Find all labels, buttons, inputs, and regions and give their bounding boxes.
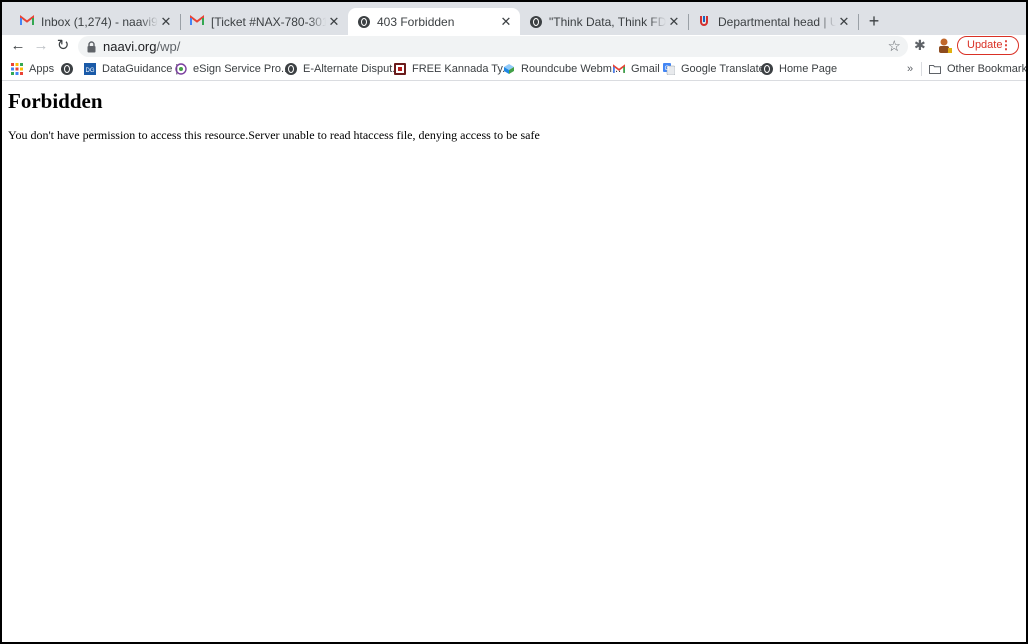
bookmark-gmail[interactable]: Gmail: [613, 61, 660, 77]
url-path: /wp/: [156, 39, 181, 54]
new-tab-button[interactable]: +: [864, 11, 884, 31]
tab-title: Departmental head | Union Ba: [718, 14, 836, 29]
apps-grid-icon: [11, 63, 23, 75]
bookmark-label: eSign Service Pro...: [193, 63, 291, 75]
roundcube-icon: [503, 63, 515, 75]
bookmark-roundcube[interactable]: Roundcube Webm...: [503, 61, 621, 77]
bookmark-label: Apps: [29, 63, 55, 75]
close-tab-icon[interactable]: ✕: [498, 14, 514, 30]
other-bookmarks-label: Other Bookmarks: [947, 63, 1026, 75]
union-bank-icon: [698, 14, 711, 30]
bookmark-esign[interactable]: eSign Service Pro...: [175, 61, 290, 77]
tab-ticket[interactable]: [Ticket #NAX-780-30139]: Fra ✕: [180, 8, 348, 35]
bookmarks-overflow-chevron-icon[interactable]: »: [907, 63, 913, 75]
tab-403-forbidden[interactable]: 403 Forbidden ✕: [348, 8, 520, 35]
error-message: You don't have permission to access this…: [8, 128, 540, 142]
bookmark-label: Roundcube Webm...: [521, 63, 622, 75]
translate-icon: G: [663, 63, 675, 75]
bookmark-label: Home Page: [779, 63, 838, 75]
tab-separator: [858, 14, 859, 30]
lock-icon: [87, 40, 96, 58]
bookmark-label: Gmail: [631, 63, 660, 75]
tab-title: 403 Forbidden: [377, 14, 455, 29]
other-bookmarks-folder[interactable]: Other Bookmarks: [929, 61, 1026, 77]
bookmark-label: FREE Kannada Ty...: [412, 63, 512, 75]
browser-menu-icon: ⋮: [1000, 38, 1012, 52]
globe-icon: [285, 63, 297, 75]
gmail-icon: [20, 14, 34, 29]
kannada-icon: [394, 63, 406, 75]
page-content: Forbidden You don't have permission to a…: [2, 81, 1026, 642]
tab-fdppi[interactable]: "Think Data, Think FDPPI" | A ✕: [520, 8, 688, 35]
browser-window: Inbox (1,274) - naavi9@gmail.c ✕ [Ticket…: [2, 2, 1026, 642]
svg-text:G: G: [665, 66, 670, 72]
tab-strip: Inbox (1,274) - naavi9@gmail.c ✕ [Ticket…: [2, 2, 1026, 35]
bookmark-apps[interactable]: Apps: [11, 61, 54, 77]
bookmark-label: E-Alternate Disput...: [303, 63, 402, 75]
browser-toolbar: ← → ↻ naavi.org/wp/ ☆ ✱ Update ⋮: [2, 35, 1026, 58]
tab-inbox[interactable]: Inbox (1,274) - naavi9@gmail.c ✕: [10, 8, 180, 35]
svg-text:DG: DG: [86, 68, 95, 74]
esign-icon: [175, 63, 187, 75]
bookmark-star-icon[interactable]: ☆: [888, 37, 901, 55]
reload-button[interactable]: ↻: [53, 35, 73, 57]
extensions-puzzle-icon[interactable]: ✱: [914, 37, 926, 54]
back-button[interactable]: ←: [8, 35, 28, 57]
globe-icon: [61, 63, 73, 75]
globe-icon: [358, 15, 370, 28]
close-tab-icon[interactable]: ✕: [326, 14, 342, 30]
tab-title: Inbox (1,274) - naavi9@gmail.c: [41, 14, 158, 29]
globe-icon: [530, 15, 542, 28]
gmail-icon: [190, 14, 204, 29]
bookmark-globe[interactable]: [61, 61, 73, 77]
folder-icon: [929, 63, 941, 75]
update-label: Update: [967, 39, 1003, 51]
dg-icon: DG: [84, 63, 96, 75]
tab-title: "Think Data, Think FDPPI" | A: [549, 14, 666, 29]
bookmark-google-translate[interactable]: G Google Translate: [663, 61, 765, 77]
bookmarks-separator: [921, 62, 922, 76]
globe-icon: [761, 63, 773, 75]
close-tab-icon[interactable]: ✕: [666, 14, 682, 30]
url-host: naavi.org: [103, 39, 157, 54]
profile-avatar[interactable]: [937, 37, 953, 55]
address-bar[interactable]: naavi.org/wp/ ☆: [78, 36, 908, 57]
bookmark-label: DataGuidance |: [102, 63, 179, 75]
forward-button[interactable]: →: [31, 35, 51, 57]
bookmark-label: Google Translate: [681, 63, 765, 75]
bookmark-e-alternate[interactable]: E-Alternate Disput...: [285, 61, 401, 77]
tab-title: [Ticket #NAX-780-30139]: Fra: [211, 14, 326, 29]
close-tab-icon[interactable]: ✕: [158, 14, 174, 30]
bookmark-kannada[interactable]: FREE Kannada Ty...: [394, 61, 511, 77]
bookmark-home-page[interactable]: Home Page: [761, 61, 837, 77]
gmail-icon: [613, 63, 625, 75]
url-text[interactable]: naavi.org/wp/: [103, 39, 180, 54]
close-tab-icon[interactable]: ✕: [836, 14, 852, 30]
page-heading: Forbidden: [8, 89, 103, 113]
tab-union-bank[interactable]: Departmental head | Union Ba ✕: [688, 8, 858, 35]
bookmarks-bar: Apps DG DataGuidance | eSign Service Pro…: [2, 58, 1026, 81]
bookmark-dataguidance[interactable]: DG DataGuidance |: [84, 61, 178, 77]
update-button[interactable]: Update ⋮: [957, 36, 1019, 55]
